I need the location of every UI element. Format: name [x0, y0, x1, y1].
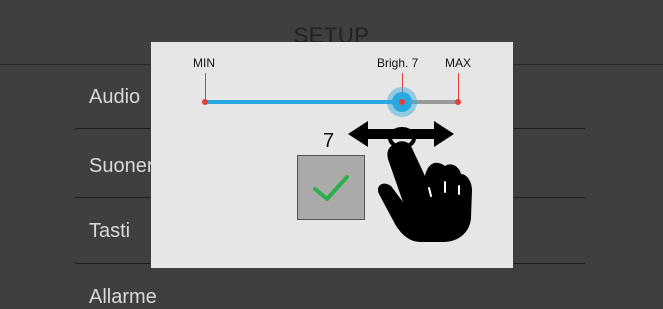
brightness-tutorial-overlay: MIN Brigh. 7 MAX 7 — [151, 42, 513, 268]
hand-swipe-icon — [377, 127, 472, 242]
max-marker — [458, 73, 459, 100]
slider-min-label: MIN — [193, 56, 215, 70]
min-marker — [205, 73, 206, 100]
knob-center-dot — [399, 99, 405, 105]
menu-item-allarme[interactable]: Allarme — [89, 286, 157, 309]
max-dot — [455, 99, 461, 105]
confirm-button[interactable] — [297, 155, 365, 220]
slider-current-label: Brigh. 7 — [377, 56, 419, 70]
slider-track-fill — [205, 100, 402, 104]
min-dot — [202, 99, 208, 105]
checkmark-icon — [313, 175, 349, 201]
slider-max-label: MAX — [445, 56, 472, 70]
menu-item-audio[interactable]: Audio — [89, 86, 140, 109]
brightness-value: 7 — [323, 130, 335, 152]
menu-item-tasti[interactable]: Tasti — [89, 220, 130, 243]
